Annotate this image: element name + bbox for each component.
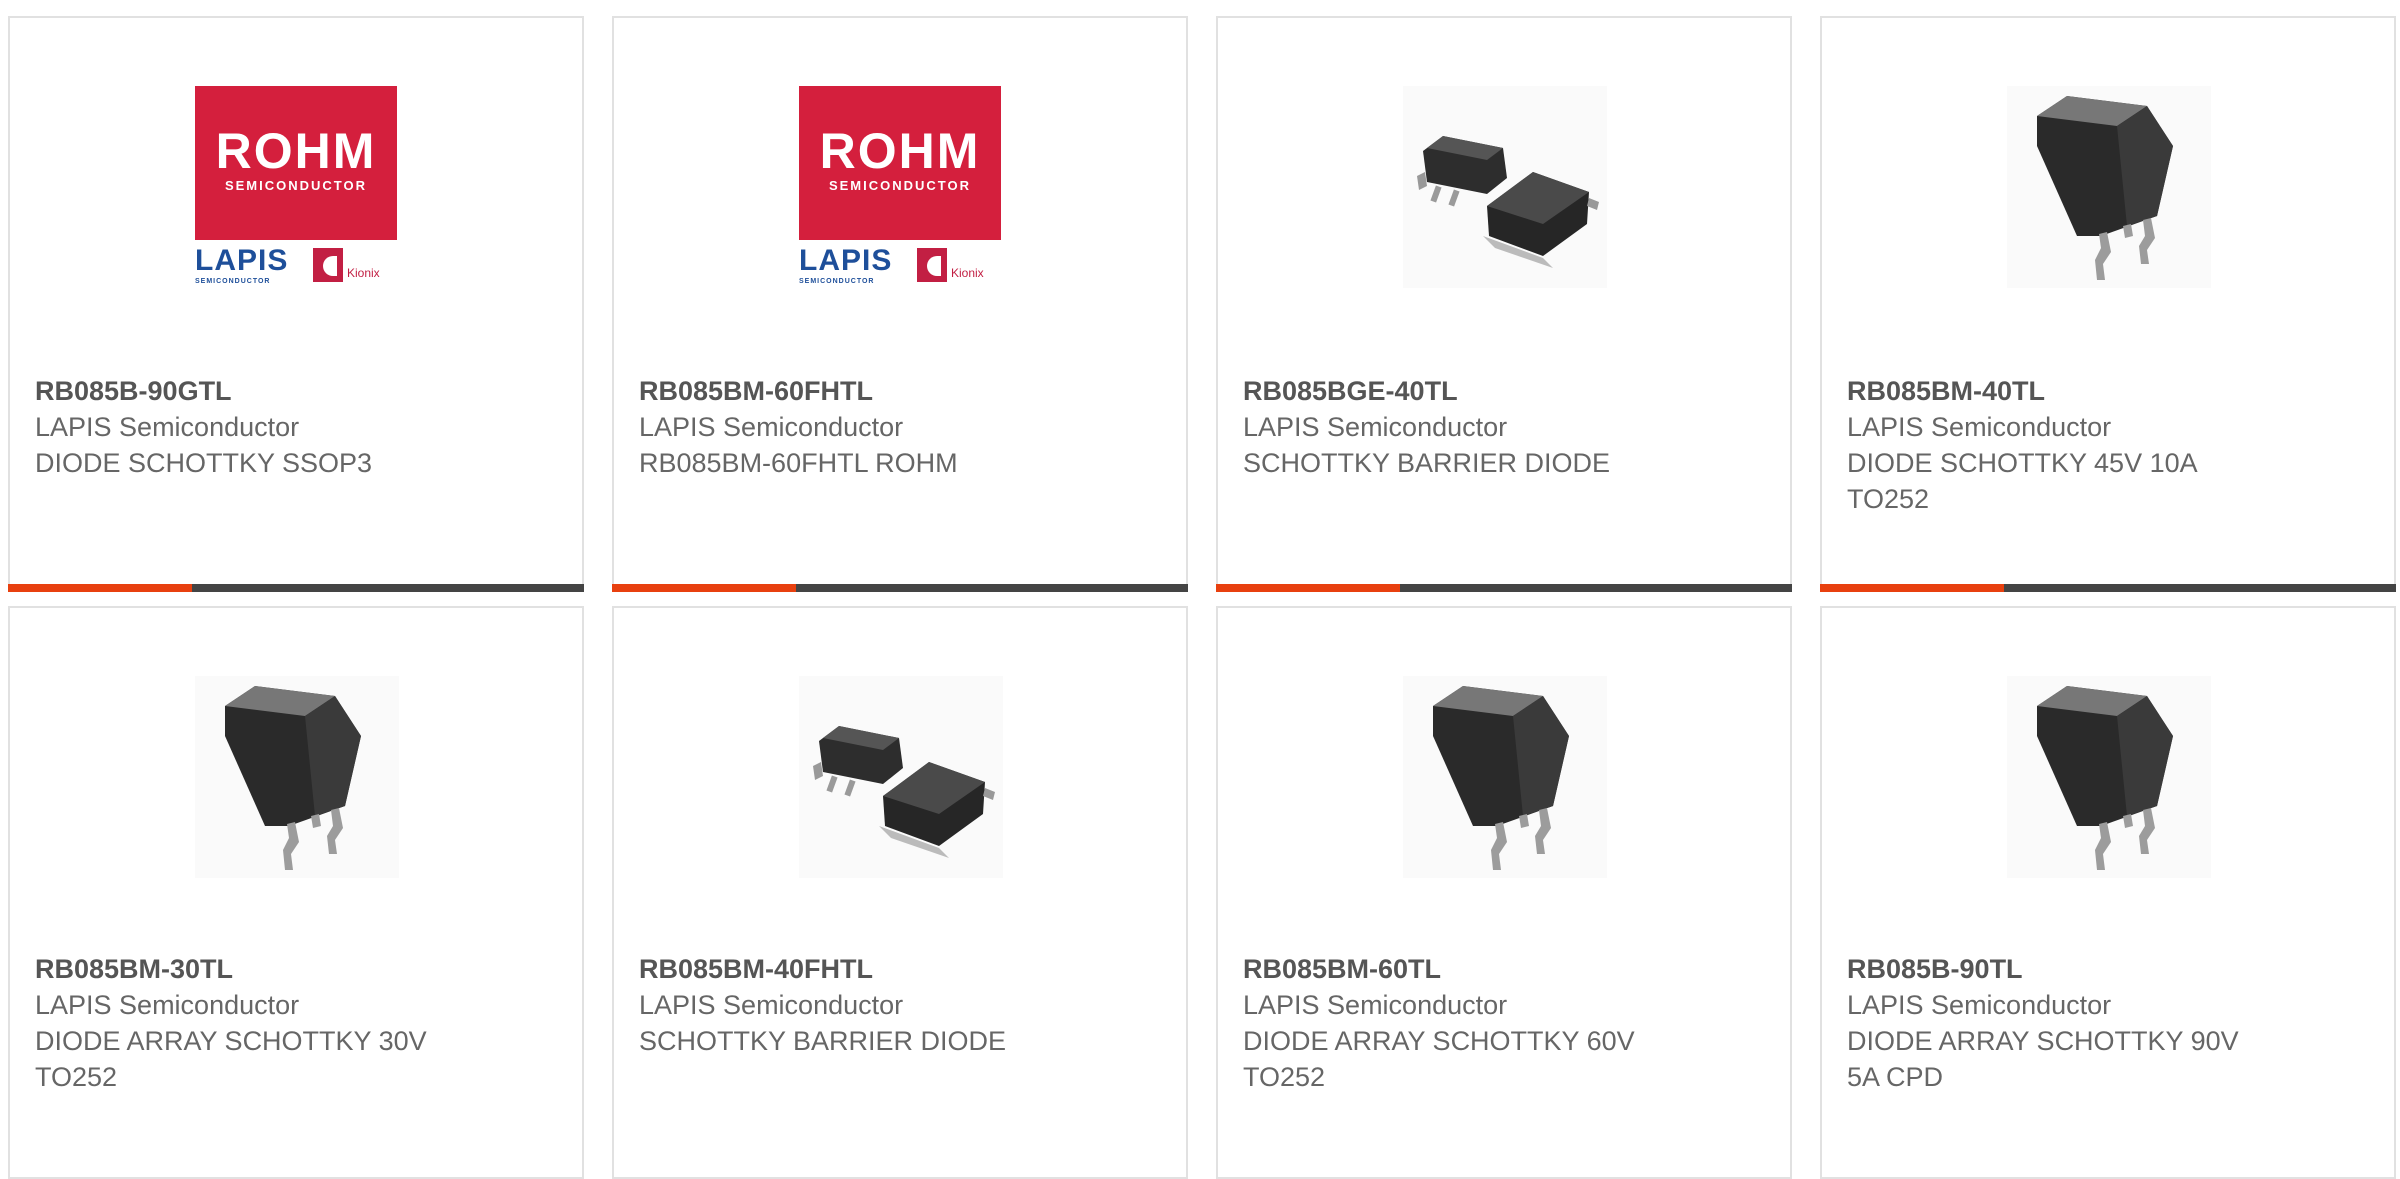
card-bar [8, 584, 584, 592]
product-card[interactable]: RB085B-90TL LAPIS Semiconductor DIODE AR… [1820, 606, 2396, 1179]
product-card[interactable]: RB085BM-40TL LAPIS Semiconductor DIODE S… [1820, 16, 2396, 592]
lapis-wordmark: LAPIS [195, 244, 289, 277]
rohm-logo-image: ROHM SEMICONDUCTOR LAPIS SEMICONDUCTOR K… [799, 86, 1003, 288]
card-bar [612, 584, 1188, 592]
product-card[interactable]: ROHM SEMICONDUCTOR LAPIS SEMICONDUCTOR K… [8, 16, 584, 592]
description: DIODE ARRAY SCHOTTKY 30V TO252 [35, 1026, 427, 1092]
description: DIODE ARRAY SCHOTTKY 60V TO252 [1243, 1026, 1635, 1092]
card-bar [1216, 584, 1792, 592]
dpak-single-image [195, 676, 399, 878]
rohm-wordmark: ROHM [215, 123, 377, 179]
card-bar [1820, 584, 2396, 592]
product-card[interactable]: RB085BM-60TL LAPIS Semiconductor DIODE A… [1216, 606, 1792, 1179]
part-number[interactable]: RB085B-90GTL [35, 373, 562, 409]
description: DIODE ARRAY SCHOTTKY 90V 5A CPD [1847, 1026, 2239, 1092]
description: DIODE SCHOTTKY 45V 10A TO252 [1847, 448, 2198, 514]
dpak-pair-image [1403, 86, 1607, 288]
description: RB085BM-60FHTL ROHM [639, 448, 958, 478]
part-number[interactable]: RB085B-90TL [1847, 951, 2374, 987]
product-card[interactable]: RB085BM-40FHTL LAPIS Semiconductor SCHOT… [612, 606, 1188, 1179]
manufacturer: LAPIS Semiconductor [35, 990, 300, 1020]
part-number[interactable]: RB085BM-40TL [1847, 373, 2374, 409]
product-card[interactable]: RB085BGE-40TL LAPIS Semiconductor SCHOTT… [1216, 16, 1792, 592]
part-number[interactable]: RB085BM-60FHTL [639, 373, 1166, 409]
part-number[interactable]: RB085BM-40FHTL [639, 951, 1166, 987]
lapis-wordmark: LAPIS [799, 244, 893, 277]
description: SCHOTTKY BARRIER DIODE [1243, 448, 1611, 478]
product-card[interactable]: ROHM SEMICONDUCTOR LAPIS SEMICONDUCTOR K… [612, 16, 1188, 592]
description: DIODE SCHOTTKY SSOP3 [35, 448, 373, 478]
part-number[interactable]: RB085BGE-40TL [1243, 373, 1770, 409]
product-grid: ROHM SEMICONDUCTOR LAPIS SEMICONDUCTOR K… [0, 0, 2400, 1179]
manufacturer: LAPIS Semiconductor [1243, 990, 1508, 1020]
lapis-subtitle: SEMICONDUCTOR [799, 278, 875, 285]
rohm-wordmark: ROHM [819, 123, 981, 179]
kionix-wordmark: Kionix [347, 266, 380, 280]
manufacturer: LAPIS Semiconductor [1847, 412, 2112, 442]
dpak-pair-image [799, 676, 1003, 878]
manufacturer: LAPIS Semiconductor [1847, 990, 2112, 1020]
manufacturer: LAPIS Semiconductor [1243, 412, 1508, 442]
rohm-subtitle: SEMICONDUCTOR [828, 178, 972, 193]
kionix-wordmark: Kionix [951, 266, 984, 280]
manufacturer: LAPIS Semiconductor [639, 990, 904, 1020]
rohm-subtitle: SEMICONDUCTOR [224, 178, 368, 193]
manufacturer: LAPIS Semiconductor [639, 412, 904, 442]
dpak-single-image [2007, 676, 2211, 878]
dpak-single-image [2007, 86, 2211, 288]
manufacturer: LAPIS Semiconductor [35, 412, 300, 442]
dpak-single-image [1403, 676, 1607, 878]
rohm-logo-image: ROHM SEMICONDUCTOR LAPIS SEMICONDUCTOR K… [195, 86, 399, 288]
product-card[interactable]: RB085BM-30TL LAPIS Semiconductor DIODE A… [8, 606, 584, 1179]
part-number[interactable]: RB085BM-60TL [1243, 951, 1770, 987]
description: SCHOTTKY BARRIER DIODE [639, 1026, 1007, 1056]
part-number[interactable]: RB085BM-30TL [35, 951, 562, 987]
lapis-subtitle: SEMICONDUCTOR [195, 278, 271, 285]
